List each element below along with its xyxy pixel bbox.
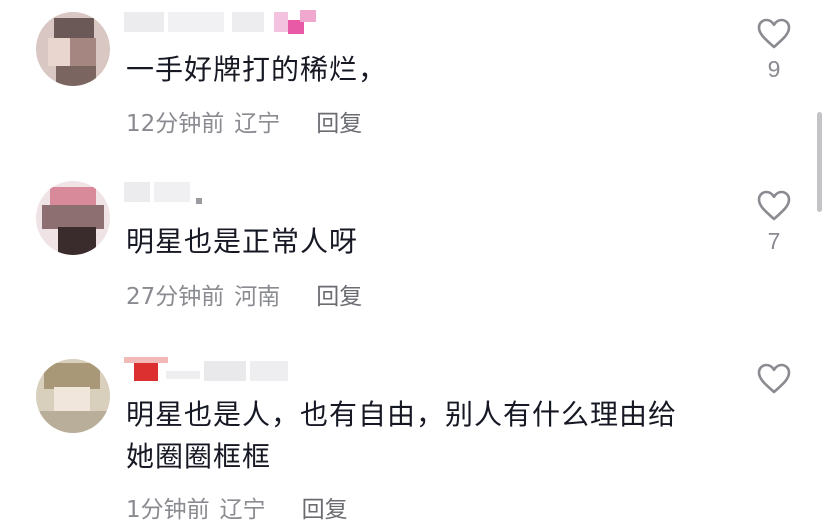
like-count: 9 (767, 56, 781, 82)
heart-outline-icon (757, 18, 791, 49)
comment-meta: 27分钟前 河南 回复 (126, 277, 362, 311)
comment-location: 辽宁 (234, 111, 281, 137)
comment-time: 12分钟前 (126, 111, 225, 137)
comment-location: 河南 (234, 284, 281, 310)
heart-outline-icon (757, 363, 791, 394)
comment-text-line: 明星也是人，也有自由，别人有什么理由给 (126, 398, 678, 431)
comment-item: 明星也是正常人呀 27分钟前 河南 回复 7 (0, 170, 828, 345)
username[interactable] (124, 10, 324, 36)
comment-time: 27分钟前 (126, 284, 225, 310)
like-count: 7 (767, 228, 781, 254)
heart-outline-icon (757, 190, 791, 221)
avatar[interactable] (36, 181, 110, 255)
comment-location: 辽宁 (219, 497, 266, 523)
comment-meta: 1分钟前 辽宁 回复 (126, 490, 348, 524)
comment-text: 一手好牌打的稀烂， (126, 49, 387, 91)
scrollbar[interactable] (817, 112, 822, 212)
username[interactable] (124, 357, 324, 385)
like-button[interactable] (752, 363, 796, 401)
comment-meta: 12分钟前 辽宁 回复 (126, 104, 362, 138)
comment-item: 明星也是人，也有自由，别人有什么理由给 她圈圈框框 1分钟前 辽宁 回复 (0, 345, 828, 529)
avatar[interactable] (36, 12, 110, 86)
comment-text: 明星也是人，也有自由，别人有什么理由给 她圈圈框框 (126, 394, 677, 478)
like-button[interactable]: 7 (752, 190, 796, 255)
like-button[interactable]: 9 (752, 18, 796, 83)
comment-text: 明星也是正常人呀 (126, 221, 358, 263)
reply-button[interactable]: 回复 (302, 490, 348, 524)
reply-button[interactable]: 回复 (316, 104, 362, 138)
comment-text-line: 她圈圈框框 (126, 440, 272, 473)
avatar[interactable] (36, 359, 110, 433)
comment-time: 1分钟前 (126, 497, 210, 523)
reply-button[interactable]: 回复 (316, 277, 362, 311)
comment-text-line: 明星也是正常人呀 (126, 225, 359, 258)
username[interactable] (124, 180, 324, 206)
comment-item: 一手好牌打的稀烂， 12分钟前 辽宁 回复 9 (0, 0, 828, 170)
comment-text-line: 一手好牌打的稀烂， (126, 53, 388, 86)
